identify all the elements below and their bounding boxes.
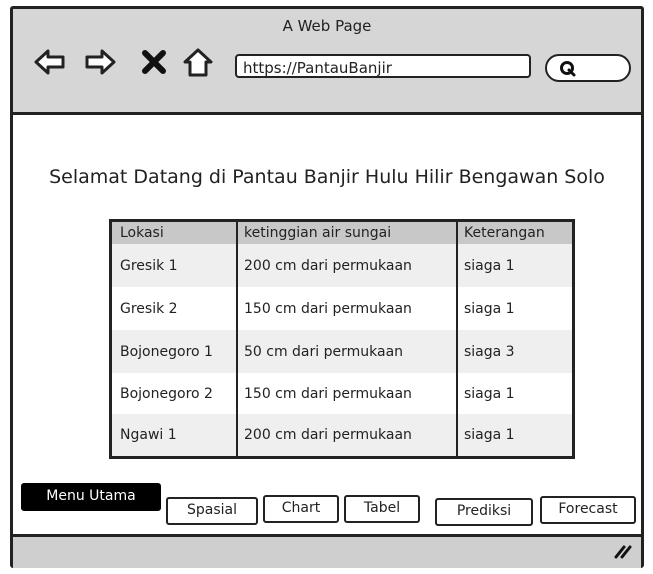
resize-grip-icon[interactable] xyxy=(613,543,633,559)
cell-lokasi: Ngawi 1 xyxy=(120,427,177,443)
status-bar xyxy=(13,534,641,568)
tab-chart[interactable]: Chart xyxy=(263,495,339,523)
tab-spasial[interactable]: Spasial xyxy=(166,497,258,525)
cell-ketinggian: 200 cm dari permukaan xyxy=(244,427,412,443)
cell-lokasi: Bojonegoro 2 xyxy=(120,385,213,402)
browser-window: A Web Page https://PantauBanjir Selamat … xyxy=(10,6,644,568)
cell-lokasi: Bojonegoro 1 xyxy=(120,343,213,360)
tab-prediksi[interactable]: Prediksi xyxy=(435,498,533,526)
cell-keterangan: siaga 3 xyxy=(464,343,515,360)
search-icon xyxy=(560,61,576,77)
url-input[interactable]: https://PantauBanjir xyxy=(235,54,531,78)
table-row: Gresik 1 200 cm dari permukaan siaga 1 xyxy=(112,244,572,287)
home-icon[interactable] xyxy=(181,45,215,79)
table-row: Bojonegoro 2 150 cm dari permukaan siaga… xyxy=(112,373,572,414)
cell-keterangan: siaga 1 xyxy=(464,257,515,274)
column-header-keterangan: Keterangan xyxy=(464,225,545,241)
cell-ketinggian: 200 cm dari permukaan xyxy=(244,257,412,274)
cell-lokasi: Gresik 1 xyxy=(120,257,178,274)
page-heading: Selamat Datang di Pantau Banjir Hulu Hil… xyxy=(49,166,605,188)
browser-toolbar: A Web Page https://PantauBanjir xyxy=(13,9,641,115)
table-header-row: Lokasi ketinggian air sungai Keterangan xyxy=(112,222,572,244)
table-row: Ngawi 1 200 cm dari permukaan siaga 1 xyxy=(112,414,572,456)
table-row: Bojonegoro 1 50 cm dari permukaan siaga … xyxy=(112,330,572,373)
column-header-lokasi: Lokasi xyxy=(120,225,164,241)
tab-tabel[interactable]: Tabel xyxy=(344,495,420,523)
tab-forecast[interactable]: Forecast xyxy=(540,496,636,524)
column-divider xyxy=(456,222,458,456)
cell-ketinggian: 150 cm dari permukaan xyxy=(244,300,412,317)
search-field[interactable] xyxy=(545,54,631,82)
window-title: A Web Page xyxy=(282,17,372,35)
cell-keterangan: siaga 1 xyxy=(464,300,515,317)
table-row: Gresik 2 150 cm dari permukaan siaga 1 xyxy=(112,287,572,330)
column-divider xyxy=(236,222,238,456)
close-icon[interactable] xyxy=(139,45,169,79)
forward-arrow-icon[interactable] xyxy=(83,45,117,79)
tab-menu-utama[interactable]: Menu Utama xyxy=(21,483,161,511)
cell-keterangan: siaga 1 xyxy=(464,427,515,443)
back-arrow-icon[interactable] xyxy=(33,45,67,79)
column-header-ketinggian: ketinggian air sungai xyxy=(244,225,392,241)
cell-keterangan: siaga 1 xyxy=(464,385,515,402)
cell-ketinggian: 150 cm dari permukaan xyxy=(244,385,412,402)
cell-ketinggian: 50 cm dari permukaan xyxy=(244,343,404,360)
cell-lokasi: Gresik 2 xyxy=(120,300,178,317)
water-level-table: Lokasi ketinggian air sungai Keterangan … xyxy=(109,219,575,459)
